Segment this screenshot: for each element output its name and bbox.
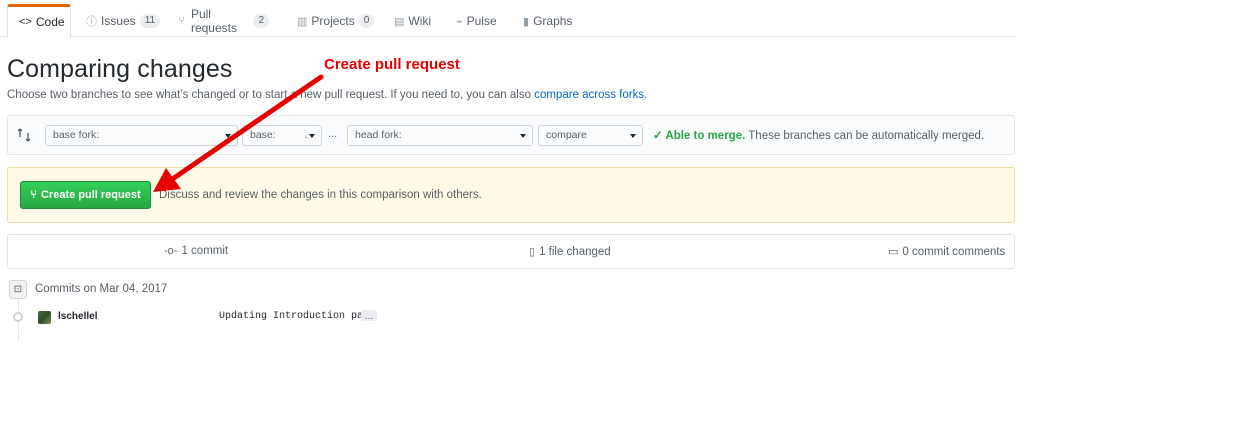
- commit-dot-icon: [13, 312, 23, 322]
- repo-tab-nav: <> Code ⓘ Issues 11 ⑂ Pull requests 2 ▥ …: [0, 0, 1015, 38]
- tab-label: Pull requests: [190, 7, 237, 35]
- pull-request-icon: ⑂: [30, 189, 37, 201]
- commit-comments-count: 0 commit comments: [902, 245, 1006, 258]
- merge-status: ✓ Able to merge. These branches can be a…: [653, 128, 984, 142]
- tab-label: Wiki: [408, 14, 432, 28]
- page-description: Choose two branches to see what’s change…: [7, 89, 647, 101]
- base-branch-select[interactable]: base: .: [242, 125, 322, 146]
- base-label: base:: [250, 129, 276, 141]
- commit-group-title: Commits on Mar 04, 2017: [35, 283, 168, 295]
- chevron-down-icon: [309, 134, 315, 138]
- head-fork-label: head fork:: [355, 129, 402, 141]
- tab-issues[interactable]: ⓘ Issues 11: [75, 4, 161, 38]
- base-fork-select[interactable]: base fork:: [45, 125, 238, 146]
- comment-icon: ▭: [888, 246, 899, 258]
- tab-graphs[interactable]: ▮ Graphs: [512, 4, 582, 38]
- tab-label: Code: [35, 15, 65, 29]
- wiki-icon: ▤: [394, 15, 405, 28]
- tab-pull-requests[interactable]: ⑂ Pull requests 2: [165, 4, 280, 38]
- files-changed-count: 1 file changed: [539, 245, 611, 258]
- pull-requests-count-badge: 2: [253, 14, 269, 28]
- tab-pulse[interactable]: ⌁ Pulse: [445, 4, 507, 38]
- annotation-label: Create pull request: [324, 56, 460, 73]
- compare-label: compare: [546, 129, 587, 141]
- head-fork-select[interactable]: head fork:: [347, 125, 533, 146]
- tab-label: Projects: [311, 14, 355, 28]
- issue-icon: ⓘ: [86, 16, 97, 28]
- commit-message-link[interactable]: Updating Introduction page: [219, 311, 375, 322]
- range-dots: ...: [328, 128, 338, 140]
- commits-stat[interactable]: -o- 1 commit: [164, 245, 228, 257]
- project-icon: ▥: [297, 15, 308, 28]
- comments-stat[interactable]: ▭ 0 commit comments: [888, 245, 1006, 259]
- files-stat[interactable]: ▯ 1 file changed: [529, 245, 611, 259]
- commits-count: 1 commit: [181, 245, 229, 257]
- compare-branch-select[interactable]: compare: [538, 125, 643, 146]
- issues-count-badge: 11: [139, 14, 161, 28]
- comparison-stats: -o- 1 commit ▯ 1 file changed ▭ 0 commit…: [7, 234, 1015, 269]
- merge-status-text: These branches can be automatically merg…: [745, 130, 985, 142]
- description-suffix: .: [644, 89, 648, 101]
- code-icon: <>: [19, 16, 32, 28]
- create-pull-request-label: Create pull request: [40, 189, 141, 201]
- repo-push-icon: ⊡: [9, 280, 27, 299]
- tab-label: Graphs: [533, 14, 573, 28]
- create-pull-request-button[interactable]: ⑂ Create pull request: [20, 181, 151, 209]
- chevron-down-icon: [225, 134, 231, 138]
- create-pr-banner: ⑂ Create pull request Discuss and review…: [7, 167, 1015, 223]
- base-fork-label: base fork:: [53, 129, 100, 141]
- merge-ok-text: ✓ Able to merge.: [653, 130, 746, 142]
- commit-author-link[interactable]: lschellel: [58, 311, 97, 322]
- tab-code[interactable]: <> Code: [7, 4, 71, 38]
- compare-icon: [17, 128, 31, 142]
- compare-across-forks-link[interactable]: compare across forks: [534, 89, 644, 101]
- page-title: Comparing changes: [7, 55, 233, 83]
- projects-count-badge: 0: [358, 14, 375, 28]
- graph-icon: ▮: [523, 15, 530, 28]
- commit-icon: -o-: [164, 245, 178, 257]
- expand-commit-button[interactable]: …: [361, 310, 377, 321]
- pulse-icon: ⌁: [456, 15, 463, 28]
- avatar[interactable]: [38, 311, 51, 324]
- pr-banner-description: Discuss and review the changes in this c…: [159, 189, 482, 201]
- description-text: Choose two branches to see what’s change…: [7, 89, 535, 101]
- tab-label: Issues: [101, 14, 136, 28]
- tab-projects[interactable]: ▥ Projects 0: [286, 4, 375, 38]
- range-editor: base fork: base: . ... head fork: compar…: [7, 115, 1015, 155]
- chevron-down-icon: [520, 134, 526, 138]
- chevron-down-icon: [630, 134, 636, 138]
- file-diff-icon: ▯: [529, 246, 536, 258]
- tab-label: Pulse: [466, 14, 497, 28]
- tab-wiki[interactable]: ▤ Wiki: [383, 4, 438, 38]
- base-value: .: [304, 129, 308, 141]
- pull-request-icon: ⑂: [178, 15, 185, 27]
